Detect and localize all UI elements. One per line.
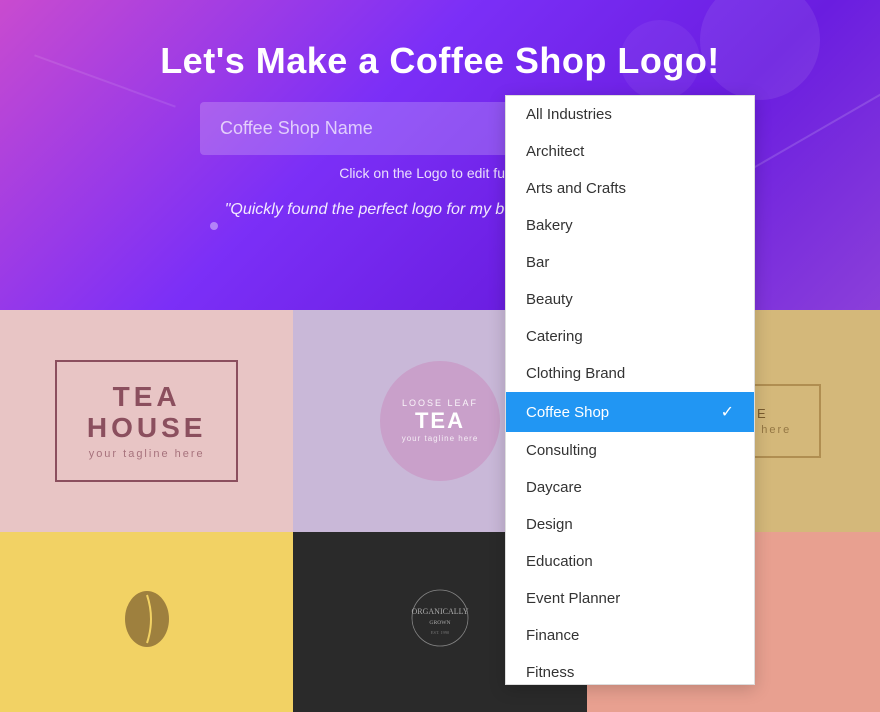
checkmark-icon: ✓: [721, 402, 734, 422]
loose-leaf-tagline: your tagline here: [402, 434, 479, 443]
tea-house-line1: TEA: [87, 382, 207, 413]
tea-house-logo: TEA HOUSE your tagline here: [55, 360, 239, 482]
dropdown-item-label-design: Design: [526, 516, 573, 533]
dropdown-item-education[interactable]: Education: [506, 543, 754, 580]
dropdown-item-label-coffee-shop: Coffee Shop: [526, 404, 609, 421]
dropdown-item-label-finance: Finance: [526, 627, 579, 644]
industry-dropdown[interactable]: All Industries Architect Arts and Crafts Ba…: [505, 95, 755, 685]
dropdown-item-consulting[interactable]: Consulting: [506, 432, 754, 469]
dropdown-item-clothing-brand[interactable]: Clothing Brand: [506, 355, 754, 392]
logo-card-tea-house[interactable]: TEA HOUSE your tagline here: [0, 310, 293, 532]
dropdown-item-label-architect: Architect: [526, 143, 584, 160]
dropdown-item-event-planner[interactable]: Event Planner: [506, 580, 754, 617]
dropdown-item-label-education: Education: [526, 553, 593, 570]
dropdown-item-label-event-planner: Event Planner: [526, 590, 620, 607]
dropdown-item-catering[interactable]: Catering: [506, 318, 754, 355]
dropdown-item-label-all-industries: All Industries: [526, 106, 612, 123]
dropdown-item-beauty[interactable]: Beauty: [506, 281, 754, 318]
dropdown-item-label-arts-and-crafts: Arts and Crafts: [526, 180, 626, 197]
dropdown-item-all-industries[interactable]: All Industries: [506, 96, 754, 133]
loose-leaf-small: LOOSE LEAF: [402, 398, 478, 408]
logo-card-yellow[interactable]: [0, 532, 293, 712]
dropdown-item-label-consulting: Consulting: [526, 442, 597, 459]
svg-text:GROWN: GROWN: [429, 620, 450, 626]
dropdown-item-label-bar: Bar: [526, 254, 549, 271]
dropdown-item-design[interactable]: Design: [506, 506, 754, 543]
yellow-logo: [117, 589, 177, 654]
dropdown-item-bakery[interactable]: Bakery: [506, 207, 754, 244]
dropdown-item-label-fitness: Fitness: [526, 664, 574, 681]
svg-text:ORGANICALLY: ORGANICALLY: [411, 607, 468, 616]
dropdown-item-bar[interactable]: Bar: [506, 244, 754, 281]
dropdown-item-finance[interactable]: Finance: [506, 617, 754, 654]
page-title: Let's Make a Coffee Shop Logo!: [0, 0, 880, 82]
dark-coffee-icon: ORGANICALLY GROWN EST. 1990: [380, 582, 500, 662]
dropdown-item-label-beauty: Beauty: [526, 291, 573, 308]
dropdown-item-daycare[interactable]: Daycare: [506, 469, 754, 506]
dropdown-item-label-clothing-brand: Clothing Brand: [526, 365, 625, 382]
svg-text:EST. 1990: EST. 1990: [431, 630, 450, 635]
coffee-bean-icon: [117, 589, 177, 649]
deco-dot-1: [210, 222, 218, 230]
dropdown-item-label-daycare: Daycare: [526, 479, 582, 496]
tea-house-tagline: your tagline here: [87, 448, 207, 460]
dropdown-item-label-catering: Catering: [526, 328, 583, 345]
tea-house-line2: HOUSE: [87, 413, 207, 444]
dropdown-item-architect[interactable]: Architect: [506, 133, 754, 170]
dropdown-item-label-bakery: Bakery: [526, 217, 573, 234]
loose-leaf-main: TEA: [415, 408, 465, 434]
dropdown-item-arts-and-crafts[interactable]: Arts and Crafts: [506, 170, 754, 207]
loose-leaf-logo: LOOSE LEAF TEA your tagline here: [380, 361, 500, 481]
dropdown-item-coffee-shop[interactable]: Coffee Shop ✓: [506, 392, 754, 432]
dropdown-item-fitness[interactable]: Fitness: [506, 654, 754, 685]
